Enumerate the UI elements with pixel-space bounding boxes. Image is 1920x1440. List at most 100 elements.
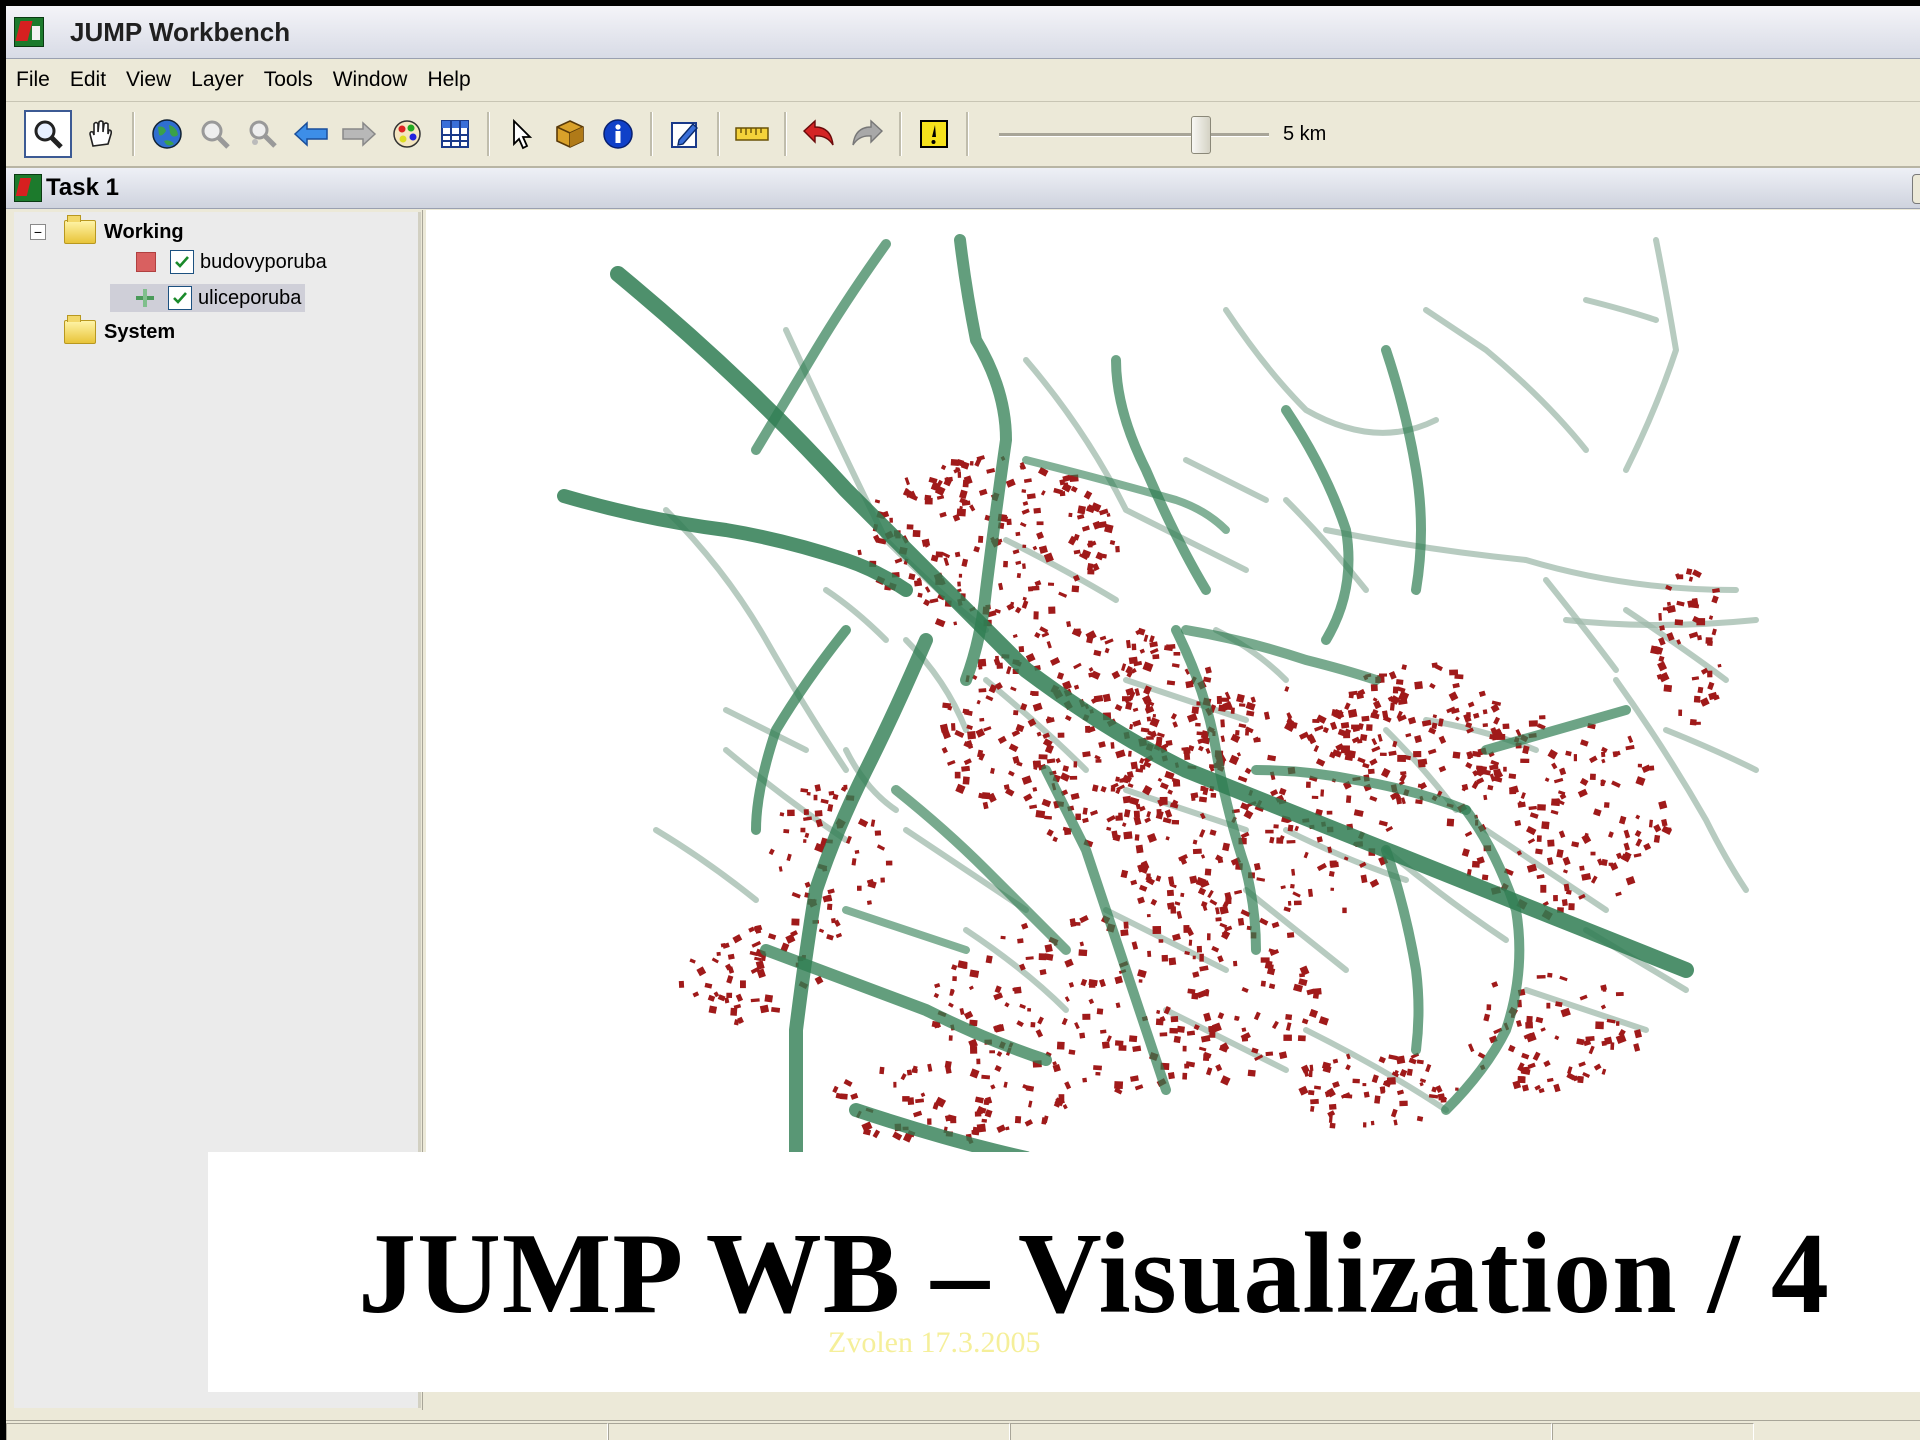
- building: [1008, 743, 1019, 753]
- building: [1527, 1062, 1536, 1069]
- toolbar-separator: [717, 112, 720, 156]
- building: [1711, 628, 1717, 636]
- zoom-tool-button[interactable]: [24, 110, 72, 158]
- building: [1360, 874, 1368, 884]
- pan-tool-button[interactable]: [80, 114, 120, 154]
- building: [956, 508, 966, 517]
- building: [1625, 744, 1635, 751]
- building: [1535, 848, 1543, 855]
- building: [1309, 1064, 1314, 1072]
- building: [1035, 810, 1046, 819]
- building: [791, 918, 800, 926]
- building: [1243, 809, 1254, 820]
- edit-pencil-icon: [671, 122, 698, 148]
- collapse-icon[interactable]: −: [30, 224, 46, 240]
- layer-colors-button[interactable]: [387, 114, 427, 154]
- forward-button[interactable]: [339, 114, 379, 154]
- building: [1101, 1041, 1110, 1049]
- category-system[interactable]: System: [64, 315, 176, 344]
- undo-button[interactable]: [799, 114, 839, 154]
- menu-view[interactable]: View: [116, 59, 181, 101]
- building: [1259, 917, 1269, 926]
- building: [753, 924, 763, 933]
- building: [1481, 874, 1489, 881]
- redo-button[interactable]: [847, 114, 887, 154]
- layer-visibility-checkbox[interactable]: [168, 286, 192, 310]
- layer-uliceporuba[interactable]: uliceporuba: [110, 284, 306, 312]
- building: [1192, 848, 1202, 855]
- attribute-table-button[interactable]: [435, 114, 475, 154]
- building: [1202, 1053, 1210, 1061]
- building: [1204, 868, 1212, 876]
- building: [1082, 817, 1089, 824]
- building: [1171, 819, 1180, 825]
- warning-button[interactable]: [914, 114, 954, 154]
- building: [874, 830, 882, 836]
- map-drawing[interactable]: [426, 210, 1920, 1158]
- folder-icon: [64, 315, 96, 344]
- zoom-full-extent-button[interactable]: [147, 114, 187, 154]
- building: [1146, 913, 1151, 918]
- zoom-to-selection-button[interactable]: [195, 114, 235, 154]
- title-bar[interactable]: JUMP Workbench: [6, 6, 1920, 59]
- building: [1210, 792, 1217, 798]
- building: [1547, 839, 1555, 847]
- building: [1165, 836, 1170, 841]
- building: [1005, 478, 1016, 488]
- building: [1095, 551, 1105, 561]
- building: [1003, 1081, 1008, 1088]
- building: [1161, 954, 1169, 962]
- menu-layer[interactable]: Layer: [181, 59, 254, 101]
- measure-tool-button[interactable]: [732, 114, 772, 154]
- category-working[interactable]: − Working: [30, 215, 184, 244]
- feature-info-button[interactable]: [550, 114, 590, 154]
- building: [1473, 712, 1480, 719]
- building: [1446, 818, 1455, 827]
- building: [1269, 836, 1275, 844]
- building: [1012, 549, 1020, 555]
- menu-tools[interactable]: Tools: [254, 59, 323, 101]
- task-frame-titlebar[interactable]: Task 1: [6, 168, 1920, 209]
- building: [1414, 681, 1423, 690]
- info-tool-button[interactable]: [598, 114, 638, 154]
- menu-file[interactable]: File: [6, 59, 60, 101]
- task-logo-icon: [14, 174, 42, 202]
- building: [1294, 825, 1300, 832]
- menu-edit[interactable]: Edit: [60, 59, 116, 101]
- menu-window[interactable]: Window: [323, 59, 418, 101]
- building: [1207, 889, 1214, 899]
- building: [904, 477, 910, 486]
- minor-street: [1163, 1007, 1289, 1073]
- layer-label: budovyporuba: [200, 250, 327, 273]
- category-label: System: [104, 320, 176, 343]
- building: [1658, 655, 1665, 663]
- scale-slider[interactable]: [999, 114, 1269, 154]
- menu-help[interactable]: Help: [417, 59, 480, 101]
- layer-visibility-checkbox[interactable]: [170, 250, 194, 274]
- building: [1344, 747, 1349, 756]
- building: [1329, 1122, 1336, 1129]
- building: [1437, 1093, 1446, 1101]
- zoom-previous-button[interactable]: [243, 114, 283, 154]
- building: [1156, 732, 1165, 738]
- building: [939, 511, 947, 518]
- building: [976, 1058, 981, 1065]
- building: [1022, 501, 1029, 506]
- major-street: [760, 944, 1052, 1066]
- select-tool-button[interactable]: [502, 114, 542, 154]
- task-frame-control[interactable]: [1912, 174, 1920, 204]
- building: [1129, 723, 1134, 730]
- building: [942, 702, 952, 709]
- edit-tool-button[interactable]: [665, 114, 705, 154]
- minor-street: [653, 827, 759, 903]
- back-button[interactable]: [291, 114, 331, 154]
- building: [1071, 585, 1080, 593]
- building: [1370, 684, 1378, 692]
- layer-budovyporuba[interactable]: budovyporuba: [136, 250, 327, 274]
- building: [1482, 769, 1491, 776]
- scale-slider-thumb[interactable]: [1191, 116, 1211, 154]
- map-canvas[interactable]: [426, 210, 1920, 1158]
- building: [1455, 716, 1460, 722]
- building: [1155, 875, 1162, 882]
- building: [843, 784, 848, 790]
